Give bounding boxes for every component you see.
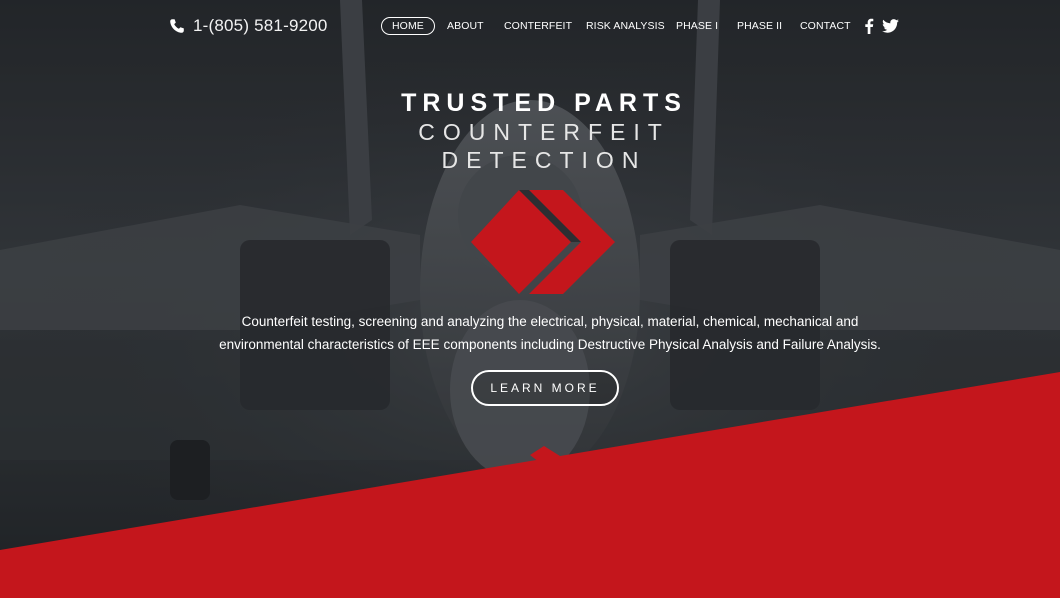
nav-item-phase-2[interactable]: PHASE II: [737, 17, 782, 35]
hero-title-line-2: COUNTERFEIT: [418, 119, 670, 145]
nav-item-contact[interactable]: CONTACT: [800, 17, 851, 35]
top-navigation-bar: 1-(805) 581-9200 HOME ABOUT CONTERFEIT R…: [0, 0, 1060, 52]
hero-description: Counterfeit testing, screening and analy…: [170, 310, 930, 356]
nav-item-phase-1[interactable]: PHASE I: [676, 17, 718, 35]
hero-description-line-2: environmental characteristics of EEE com…: [219, 337, 881, 352]
hero-description-line-1: Counterfeit testing, screening and analy…: [241, 314, 859, 329]
phone-icon: [170, 19, 184, 33]
logo-diamond-icon: [471, 190, 615, 294]
hero-title-line-1: TRUSTED PARTS: [401, 89, 687, 117]
nav-item-about[interactable]: ABOUT: [447, 17, 484, 35]
hero-title-line-3: DETECTION: [441, 147, 647, 173]
twitter-icon[interactable]: [882, 19, 899, 33]
phone-contact[interactable]: 1-(805) 581-9200: [169, 15, 328, 37]
phone-number: 1-(805) 581-9200: [193, 16, 328, 35]
social-links: [864, 17, 899, 35]
hero-section: 1-(805) 581-9200 HOME ABOUT CONTERFEIT R…: [0, 0, 1060, 598]
facebook-icon[interactable]: [864, 18, 874, 34]
nav-item-risk-analysis[interactable]: RISK ANALYSIS: [586, 17, 665, 35]
nav-item-home[interactable]: HOME: [381, 17, 435, 35]
nav-item-conterfeit[interactable]: CONTERFEIT: [504, 17, 572, 35]
learn-more-button[interactable]: LEARN MORE: [471, 370, 619, 406]
hero-headline: TRUSTED PARTS COUNTERFEIT DETECTION: [0, 88, 1060, 174]
